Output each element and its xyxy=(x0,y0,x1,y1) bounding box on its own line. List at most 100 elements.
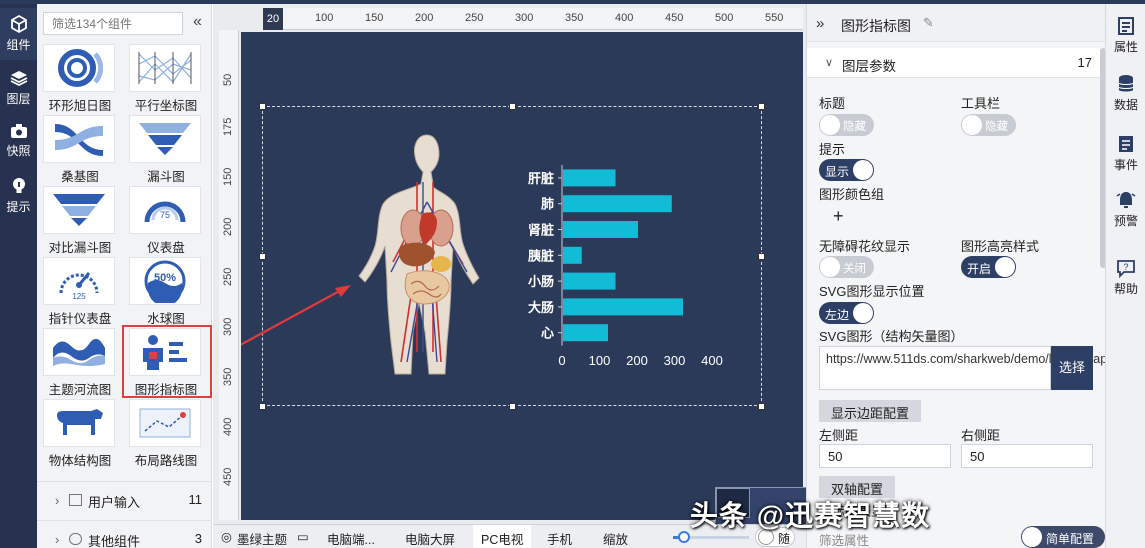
simple-config-toggle[interactable]: 简单配置 xyxy=(1021,526,1105,548)
compare-funnel-icon xyxy=(43,186,115,234)
palette-icon[interactable]: ◎ xyxy=(221,529,232,544)
rail-item-snapshot[interactable]: 快照 xyxy=(0,116,37,168)
component-search-input[interactable] xyxy=(43,12,183,35)
device-desktop[interactable]: 电脑端... xyxy=(327,529,375,548)
svg-text:75: 75 xyxy=(160,210,170,220)
parallel-coords-icon xyxy=(129,44,201,92)
rail-item-alarm[interactable]: 预警 xyxy=(1106,182,1145,234)
component-liquid-ball[interactable]: 50% 水球图 xyxy=(129,257,203,327)
edit-pencil-icon[interactable]: ✎ xyxy=(923,15,934,31)
component-label: 布局路线图 xyxy=(134,454,198,468)
right-nav-rail: 属性 数据 事件 预警 ? 帮助 xyxy=(1105,4,1145,548)
canvas-area: 100 150 200 250 300 350 400 450 500 550 … xyxy=(213,4,833,548)
pointer-arrow-head xyxy=(335,285,351,297)
group-user-input[interactable]: › 用户输入 11 xyxy=(37,481,212,517)
choose-svg-button[interactable]: 选择 xyxy=(1051,346,1093,390)
design-canvas[interactable]: 肝脏肺肾脏 胰脏 小肠 大肠心 0 100 200 300 400 xyxy=(241,32,833,548)
pointer-arrow xyxy=(241,287,346,346)
rail-item-events[interactable]: 事件 xyxy=(1106,126,1145,178)
component-label: 仪表盘 xyxy=(147,241,185,255)
expand-panel-icon[interactable]: » xyxy=(816,15,824,32)
sankey-icon xyxy=(43,115,115,163)
component-parallel-coords[interactable]: 平行坐标图 xyxy=(129,44,203,114)
rail-item-layers[interactable]: 图层 xyxy=(0,62,37,114)
theme-selector[interactable]: 墨绿主题 xyxy=(237,529,287,548)
svg-label: SVG图形（结构矢量图） xyxy=(819,329,964,344)
zoom-slider[interactable] xyxy=(673,531,749,543)
human-body-figure xyxy=(358,134,480,375)
rail-item-properties[interactable]: 属性 xyxy=(1106,8,1145,60)
rail-label: 快照 xyxy=(6,144,31,158)
rail-label: 图层 xyxy=(6,92,31,106)
component-funnel[interactable]: 漏斗图 xyxy=(129,115,203,185)
svg-text:50%: 50% xyxy=(154,272,176,284)
collapse-panel-icon[interactable]: « xyxy=(193,13,202,31)
svg-url-field[interactable]: https://www.511ds.com/sharkweb/demo/laye… xyxy=(819,346,1145,390)
chart-x-tick-label: 200 xyxy=(626,353,648,368)
toolbar-toggle[interactable]: 隐藏 xyxy=(961,114,1016,136)
group-other-components[interactable]: › 其他组件 3 xyxy=(37,520,212,548)
margin-config-button[interactable]: 显示边距配置 xyxy=(819,400,922,422)
chart-bar xyxy=(563,195,672,213)
alarm-icon xyxy=(1116,192,1136,208)
component-theme-river[interactable]: 主题河流图 xyxy=(43,328,117,398)
ruler-top: 100 150 200 250 300 350 400 450 500 550 xyxy=(263,8,803,30)
property-panel: » 图形指标图 ✎ ∨ 图层参数 17 标题 工具栏 隐藏 隐藏 提示 显示 图… xyxy=(806,4,1145,548)
gear-icon xyxy=(69,533,82,545)
component-layout-route[interactable]: 布局路线图 xyxy=(129,399,203,469)
graph-quota-widget: 肝脏肺肾脏胰脏小肠大肠心0 100 200 300 400 xyxy=(241,134,723,375)
add-color-button[interactable]: + xyxy=(833,206,844,227)
layer-params-section[interactable]: ∨ 图层参数 17 xyxy=(807,48,1106,78)
component-panel: « 环形旭日图 平行坐标图 桑基图 漏斗图 对比漏斗图 75 仪表盘 xyxy=(37,4,212,548)
aria-toggle[interactable]: 关闭 xyxy=(819,256,874,278)
svg-position-toggle[interactable]: 左边 xyxy=(819,302,874,324)
component-sankey[interactable]: 桑基图 xyxy=(43,115,117,185)
layers-icon xyxy=(10,71,27,87)
chart-category-label: 肝脏 xyxy=(528,171,554,186)
chevron-right-icon: › xyxy=(55,532,60,547)
rail-item-data[interactable]: 数据 xyxy=(1106,66,1145,118)
component-sunburst[interactable]: 环形旭日图 xyxy=(43,44,117,114)
event-icon xyxy=(1119,136,1133,152)
right-margin-input[interactable]: 50 xyxy=(961,444,1093,468)
properties-icon xyxy=(1118,17,1134,35)
component-pointer-gauge[interactable]: 125 指针仪表盘 xyxy=(43,257,117,327)
rail-item-help[interactable]: ? 帮助 xyxy=(1106,250,1145,302)
rail-label: 组件 xyxy=(6,38,31,52)
component-label: 漏斗图 xyxy=(147,170,185,184)
svg-text:?: ? xyxy=(1123,262,1128,272)
component-label: 指针仪表盘 xyxy=(48,312,112,326)
chart-category-label: 肾脏 xyxy=(528,223,554,238)
device-bigscreen[interactable]: 电脑大屏 xyxy=(405,529,455,548)
component-label: 物体结构图 xyxy=(48,454,112,468)
component-label: 环形旭日图 xyxy=(48,99,112,113)
zoom-slider-knob[interactable] xyxy=(678,531,691,543)
highlight-label: 图形高亮样式 xyxy=(961,239,1040,254)
component-object-structure[interactable]: 物体结构图 xyxy=(43,399,117,469)
aria-label: 无障碍花纹显示 xyxy=(819,239,911,254)
bulb-icon xyxy=(12,178,25,193)
selection-highlight-box xyxy=(122,325,212,398)
device-mobile[interactable]: 手机 xyxy=(547,529,572,548)
chevron-down-icon: ∨ xyxy=(825,57,834,69)
colors-label: 图形颜色组 xyxy=(819,187,885,202)
component-compare-funnel[interactable]: 对比漏斗图 xyxy=(43,186,117,256)
layout-route-icon xyxy=(129,399,201,447)
component-label: 桑基图 xyxy=(61,170,99,184)
title-label: 标题 xyxy=(819,96,846,111)
watermark: 头条 @迅赛智慧数 xyxy=(690,500,931,531)
rail-item-components[interactable]: 组件 xyxy=(0,8,37,60)
object-structure-icon xyxy=(43,399,115,447)
ruler-left: 50 175 150 200 250 300 350 400 450 xyxy=(219,30,239,520)
rail-item-tips[interactable]: 提示 xyxy=(0,170,37,222)
title-toggle[interactable]: 隐藏 xyxy=(819,114,874,136)
left-margin-input[interactable]: 50 xyxy=(819,444,951,468)
chart-x-tick-label: 100 xyxy=(589,353,611,368)
highlight-toggle[interactable]: 开启 xyxy=(961,256,1016,278)
chart-category-label: 小肠 xyxy=(528,274,554,289)
database-icon xyxy=(1118,75,1134,92)
device-pc-tv[interactable]: PC电视 xyxy=(473,525,532,548)
component-gauge[interactable]: 75 仪表盘 xyxy=(129,186,203,256)
component-label: 主题河流图 xyxy=(48,383,112,397)
tooltip-toggle[interactable]: 显示 xyxy=(819,159,874,181)
